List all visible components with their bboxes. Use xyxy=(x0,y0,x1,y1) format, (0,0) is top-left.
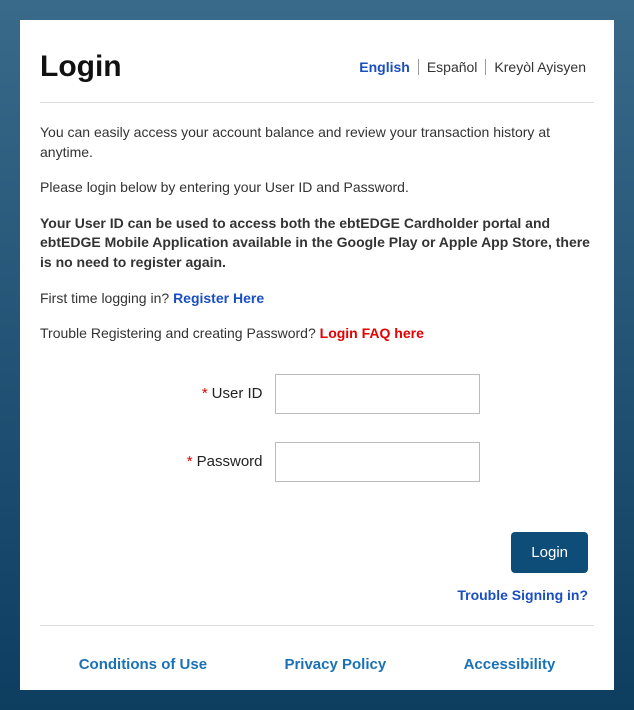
user-id-label-text: User ID xyxy=(212,385,263,402)
password-row: *Password xyxy=(40,442,594,482)
footer: Conditions of Use Privacy Policy Accessi… xyxy=(40,625,594,673)
trouble-signin-link[interactable]: Trouble Signing in? xyxy=(457,587,588,603)
required-mark: * xyxy=(202,385,208,402)
footer-conditions-link[interactable]: Conditions of Use xyxy=(79,656,207,673)
content: You can easily access your account balan… xyxy=(40,123,594,673)
login-card: Login English Español Kreyòl Ayisyen You… xyxy=(20,20,614,690)
user-id-row: *User ID xyxy=(40,374,594,414)
login-button[interactable]: Login xyxy=(511,532,588,573)
language-switcher: English Español Kreyòl Ayisyen xyxy=(351,59,594,75)
first-time-line: First time logging in? Register Here xyxy=(40,289,594,309)
login-faq-link[interactable]: Login FAQ here xyxy=(320,325,424,341)
user-id-label: *User ID xyxy=(155,385,275,402)
intro-text-2: Please login below by entering your User… xyxy=(40,178,594,198)
lang-espanol[interactable]: Español xyxy=(419,59,486,75)
footer-accessibility-link[interactable]: Accessibility xyxy=(464,656,556,673)
password-input-cell xyxy=(275,442,480,482)
intro-text-3: Your User ID can be used to access both … xyxy=(40,214,594,273)
lang-english[interactable]: English xyxy=(351,59,418,75)
user-id-input[interactable] xyxy=(275,374,480,414)
user-id-input-cell xyxy=(275,374,480,414)
header: Login English Español Kreyòl Ayisyen xyxy=(40,50,594,103)
trouble-signin-row: Trouble Signing in? xyxy=(40,587,594,605)
login-button-row: Login xyxy=(40,532,594,573)
trouble-reg-prefix: Trouble Registering and creating Passwor… xyxy=(40,325,320,341)
intro-text-1: You can easily access your account balan… xyxy=(40,123,594,162)
lang-kreyol[interactable]: Kreyòl Ayisyen xyxy=(486,59,594,75)
password-label: *Password xyxy=(155,453,275,470)
page-title: Login xyxy=(40,50,122,84)
password-input[interactable] xyxy=(275,442,480,482)
first-time-prefix: First time logging in? xyxy=(40,290,173,306)
footer-privacy-link[interactable]: Privacy Policy xyxy=(284,656,386,673)
password-label-text: Password xyxy=(197,453,263,470)
login-form: *User ID *Password xyxy=(40,374,594,482)
trouble-reg-line: Trouble Registering and creating Passwor… xyxy=(40,324,594,344)
register-here-link[interactable]: Register Here xyxy=(173,290,264,306)
required-mark: * xyxy=(187,453,193,470)
